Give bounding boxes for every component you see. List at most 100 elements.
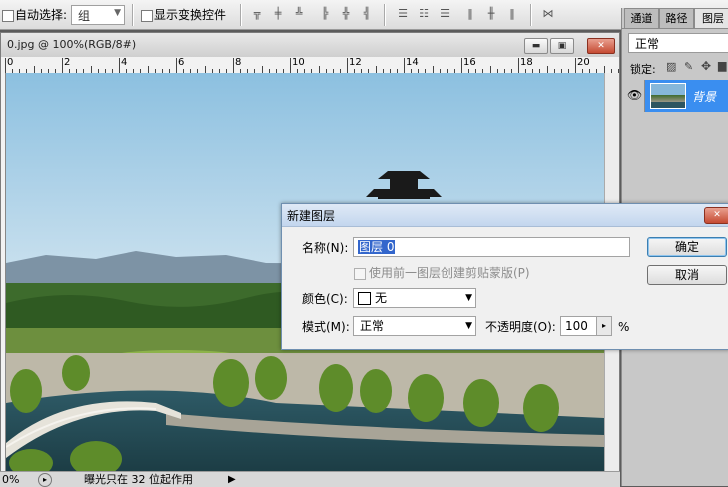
distribute-bottom-icon[interactable]: ☰ [438, 7, 452, 21]
ruler-number: 14 [406, 57, 419, 68]
horizontal-ruler[interactable]: 0 2 4 6 8 10 12 14 16 18 20 [1, 57, 626, 74]
ruler-number: 16 [463, 57, 476, 68]
separator [530, 4, 532, 26]
opacity-slider-arrow-icon[interactable]: ▸ [596, 317, 611, 335]
close-button[interactable]: ✕ [587, 38, 615, 54]
ruler-major-tick [347, 58, 348, 73]
cancel-button[interactable]: 取消 [647, 265, 727, 285]
show-transform-checkbox[interactable] [141, 8, 153, 22]
ruler-major-tick [233, 58, 234, 73]
clip-mask-checkbox[interactable] [354, 268, 366, 280]
align-horizontal-centers-icon[interactable]: ╬ [339, 7, 353, 21]
maximize-button[interactable]: ▣ [550, 38, 574, 54]
distribute-hcenter-icon[interactable]: ╫ [484, 7, 498, 21]
auto-select-checkbox[interactable] [2, 8, 14, 22]
status-bar: 0% ▸ 曝光只在 32 位起作用 ▶ [0, 471, 620, 487]
name-value: 图层 0 [358, 240, 396, 254]
align-top-edges-icon[interactable]: ╦ [250, 7, 264, 21]
blend-mode-value: 正常 [635, 37, 660, 51]
align-right-edges-icon[interactable]: ╣ [360, 7, 374, 21]
ok-button[interactable]: 确定 [647, 237, 727, 257]
dialog-title: 新建图层 [287, 209, 336, 223]
color-label: 颜色(C): [302, 292, 348, 306]
ruler-minor-tick [90, 66, 92, 73]
tab-paths[interactable]: 路径 [659, 8, 694, 28]
opacity-unit: % [618, 320, 630, 334]
ruler-number: 10 [292, 57, 305, 68]
ruler-minor-tick [375, 66, 377, 73]
lock-all-icon[interactable]: ▆ [718, 59, 726, 72]
separator [132, 4, 134, 26]
status-message: 曝光只在 32 位起作用 [84, 473, 193, 486]
tab-layers[interactable]: 图层 [694, 8, 728, 28]
document-title-bar[interactable]: 0.jpg @ 100%(RGB/8#) ▬ ▣ ✕ [1, 33, 619, 57]
options-bar: 自动选择: 组 ▼ 显示变换控件 ╦ ╪ ╩ ╠ ╬ ╣ ☰ ☷ ☰ ‖ ╫ ‖… [0, 0, 728, 30]
lock-transparency-icon[interactable]: ▨ [666, 60, 676, 73]
dialog-close-button[interactable]: ✕ [704, 207, 728, 224]
ruler-minor-tick [204, 66, 206, 73]
name-label: 名称(N): [302, 241, 349, 255]
ruler-major-tick [62, 58, 63, 73]
distribute-right-icon[interactable]: ‖ [505, 7, 519, 21]
tab-channels[interactable]: 通道 [624, 8, 659, 28]
layer-name[interactable]: 背景 [692, 88, 716, 105]
ruler-number: 12 [349, 57, 362, 68]
mode-dropdown[interactable]: 正常 ▼ [353, 316, 476, 336]
status-info-icon[interactable]: ▸ [38, 473, 52, 487]
ruler-minor-tick [603, 66, 605, 73]
lock-pixels-icon[interactable]: ✎ [684, 60, 693, 73]
distribute-top-icon[interactable]: ☰ [396, 7, 410, 21]
ruler-major-tick [290, 58, 291, 73]
opacity-field[interactable]: 100 ▸ [560, 316, 612, 336]
visibility-cell[interactable]: 👁 [622, 80, 645, 112]
ruler-major-tick [461, 58, 462, 73]
mode-label: 模式(M): [302, 320, 350, 334]
eye-icon[interactable]: 👁 [627, 88, 642, 102]
opacity-value: 100 [565, 319, 588, 333]
color-dropdown[interactable]: 无 ▼ [353, 288, 476, 308]
distribute-vcenter-icon[interactable]: ☷ [417, 7, 431, 21]
color-swatch [358, 292, 371, 305]
align-left-edges-icon[interactable]: ╠ [318, 7, 332, 21]
ruler-minor-tick [546, 66, 548, 73]
minimize-button[interactable]: ▬ [524, 38, 548, 54]
document-title: 0.jpg @ 100%(RGB/8#) [7, 38, 137, 51]
ruler-minor-tick [432, 66, 434, 73]
ruler-minor-tick [489, 66, 491, 73]
blend-mode-dropdown[interactable]: 正常 [628, 33, 728, 53]
color-value: 无 [375, 291, 388, 305]
auto-align-icon[interactable]: ⋈ [541, 7, 555, 21]
lock-label: 锁定: [630, 63, 656, 76]
ruler-number: 0 [7, 57, 14, 68]
dialog-title-bar[interactable]: 新建图层 ✕ [282, 204, 728, 227]
chevron-down-icon: ▼ [114, 8, 121, 18]
mode-value: 正常 [360, 319, 385, 333]
ruler-number: 8 [235, 57, 242, 68]
separator [384, 4, 386, 26]
ruler-number: 6 [178, 57, 185, 68]
align-vertical-centers-icon[interactable]: ╪ [271, 7, 285, 21]
ruler-number: 2 [64, 57, 71, 68]
chevron-down-icon: ▼ [465, 321, 472, 331]
ruler-major-tick [404, 58, 405, 73]
status-menu-arrow-icon[interactable]: ▶ [228, 472, 236, 487]
ruler-minor-tick [318, 66, 320, 73]
show-transform-label: 显示变换控件 [154, 8, 227, 22]
name-field[interactable]: 图层 0 [353, 237, 630, 257]
ruler-number: 4 [121, 57, 128, 68]
ruler-number: 18 [520, 57, 533, 68]
new-layer-dialog: 新建图层 ✕ 名称(N): 图层 0 使用前一图层创建剪贴蒙版(P) 颜色(C)… [281, 203, 728, 350]
auto-select-dropdown[interactable]: 组 ▼ [71, 5, 125, 25]
separator [240, 4, 242, 26]
tab-divider [622, 28, 728, 29]
auto-select-label: 自动选择: [15, 8, 68, 22]
lock-position-icon[interactable]: ✥ [701, 59, 711, 73]
chevron-down-icon: ▼ [465, 293, 472, 303]
ruler-major-tick [176, 58, 177, 73]
layer-row-background[interactable]: 👁 背景 [622, 80, 728, 112]
auto-select-value: 组 [78, 9, 91, 23]
align-bottom-edges-icon[interactable]: ╩ [292, 7, 306, 21]
ruler-minor-tick [147, 66, 149, 73]
zoom-level[interactable]: 0% [2, 472, 19, 487]
distribute-left-icon[interactable]: ‖ [463, 7, 477, 21]
